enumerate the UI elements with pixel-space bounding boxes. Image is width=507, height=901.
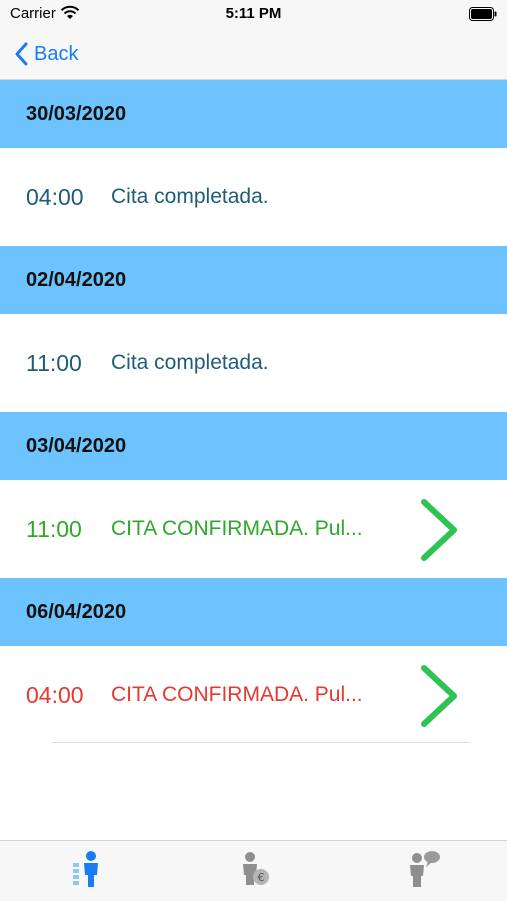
appointment-row[interactable]: 04:00 Cita completada. bbox=[0, 148, 507, 246]
appointment-status: Cita completada. bbox=[111, 351, 269, 374]
status-bar: Carrier 5:11 PM bbox=[0, 0, 507, 30]
list-divider bbox=[52, 742, 470, 743]
svg-text:€: € bbox=[258, 871, 265, 884]
back-label: Back bbox=[34, 42, 79, 65]
date-label: 03/04/2020 bbox=[26, 434, 127, 457]
appointment-status: CITA CONFIRMADA. Pul... bbox=[111, 517, 363, 540]
date-header: 30/03/2020 bbox=[0, 80, 507, 148]
appointment-status: Cita completada. bbox=[111, 185, 269, 208]
appointment-time: 04:00 bbox=[26, 681, 84, 708]
appointment-row[interactable]: 11:00 CITA CONFIRMADA. Pul... bbox=[0, 480, 507, 578]
chevron-right-icon[interactable] bbox=[418, 664, 462, 733]
clock: 5:11 PM bbox=[225, 5, 282, 22]
date-header: 06/04/2020 bbox=[0, 578, 507, 646]
chevron-left-icon bbox=[15, 42, 28, 66]
appointment-time: 04:00 bbox=[26, 183, 84, 210]
back-button[interactable]: Back bbox=[14, 38, 78, 70]
chevron-right-icon[interactable] bbox=[418, 498, 462, 567]
appointment-row[interactable]: 11:00 Cita completada. bbox=[0, 314, 507, 412]
tab-bar: € bbox=[0, 840, 507, 901]
person-speech-icon[interactable] bbox=[402, 849, 442, 889]
date-header: 03/04/2020 bbox=[0, 412, 507, 480]
appointment-row[interactable]: 04:00 CITA CONFIRMADA. Pul... bbox=[0, 646, 507, 744]
date-header: 02/04/2020 bbox=[0, 246, 507, 314]
appointment-time: 11:00 bbox=[26, 349, 82, 376]
appointments-list: 30/03/2020 04:00 Cita completada. 02/04/… bbox=[0, 80, 507, 744]
person-blue-icon[interactable] bbox=[70, 849, 110, 889]
date-label: 06/04/2020 bbox=[26, 600, 127, 623]
date-label: 30/03/2020 bbox=[26, 102, 127, 125]
person-euro-icon[interactable]: € bbox=[234, 849, 274, 889]
battery-icon bbox=[469, 7, 497, 26]
appointment-time: 11:00 bbox=[26, 515, 82, 542]
appointment-status: CITA CONFIRMADA. Pul... bbox=[111, 683, 363, 706]
date-label: 02/04/2020 bbox=[26, 268, 127, 291]
navigation-bar: Back bbox=[0, 30, 507, 80]
